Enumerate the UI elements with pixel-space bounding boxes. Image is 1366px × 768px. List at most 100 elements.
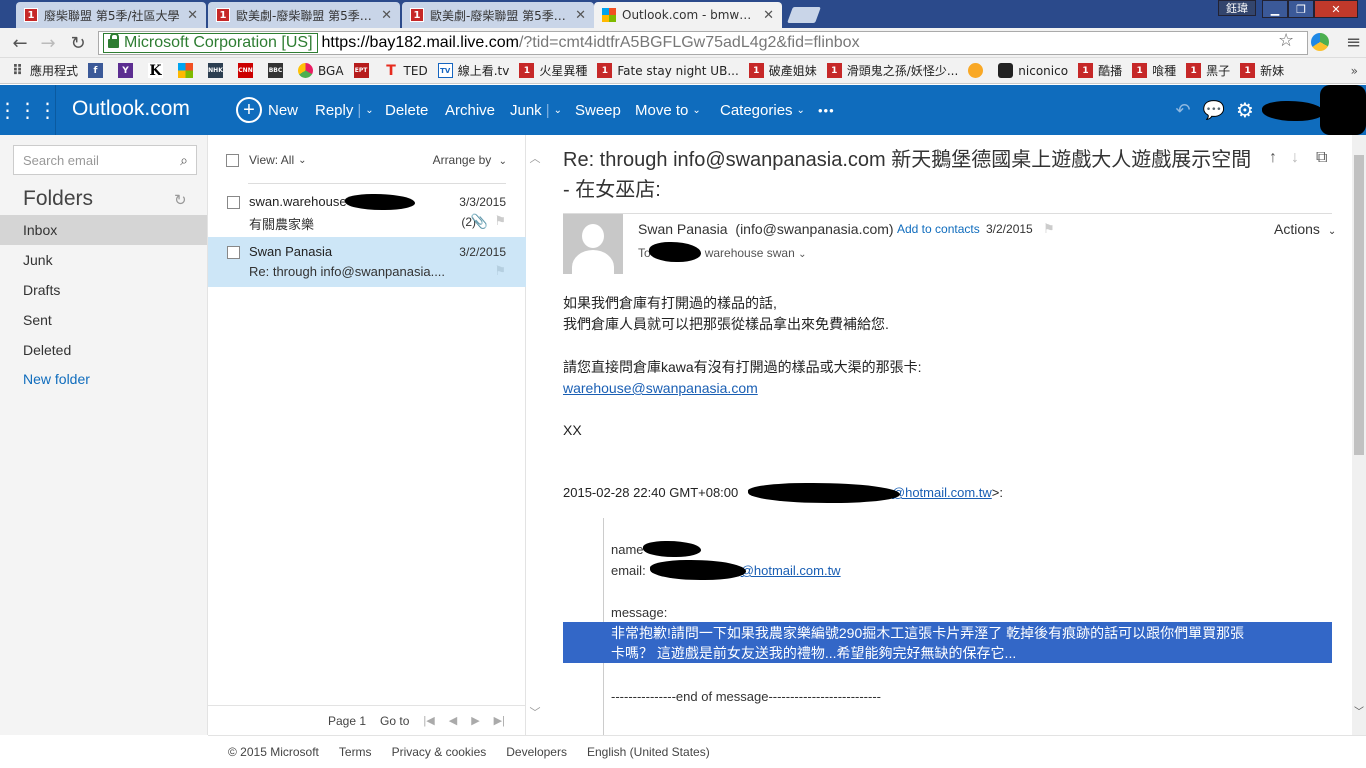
folder-junk[interactable]: Junk: [0, 245, 207, 275]
folder-sent[interactable]: Sent: [0, 305, 207, 335]
search-icon[interactable]: ⌕: [180, 152, 188, 169]
gear-icon[interactable]: ⚙: [1234, 98, 1256, 122]
more-commands-button[interactable]: •••: [818, 85, 835, 135]
tab-close-icon[interactable]: ✕: [763, 8, 774, 23]
reply-button[interactable]: Reply | ⌄: [315, 85, 374, 135]
bookmark-broke-girls[interactable]: 1 破產姐妹: [748, 62, 817, 79]
junk-button[interactable]: Junk | ⌄: [510, 85, 562, 135]
tab-close-icon[interactable]: ✕: [381, 8, 392, 23]
new-button[interactable]: + New: [236, 85, 298, 135]
bookmark-apps[interactable]: ⠿ 應用程式: [10, 62, 78, 79]
browser-tab-1[interactable]: 1 廢柴聯盟 第5季/社區大學 ✕: [16, 2, 206, 28]
sender-info[interactable]: Swan Panasia (info@swanpanasia.com): [638, 221, 894, 237]
chat-icon[interactable]: 💬: [1203, 99, 1225, 121]
categories-button[interactable]: Categories ⌄: [720, 85, 805, 135]
language-link[interactable]: English (United States): [587, 745, 710, 759]
sweep-button[interactable]: Sweep: [575, 85, 621, 135]
bookmark-sunflower[interactable]: [968, 63, 988, 78]
bookmark-facebook[interactable]: f: [88, 63, 108, 78]
minimize-icon[interactable]: ▁: [1262, 0, 1288, 18]
browser-tab-2[interactable]: 1 歐美劇-廢柴聯盟 第5季/社 ✕: [208, 2, 400, 28]
chevron-down-icon[interactable]: ⌄: [554, 105, 562, 116]
bookmark-kubo[interactable]: 1 酷播: [1078, 62, 1122, 79]
reload-icon[interactable]: ↻: [67, 32, 89, 54]
prev-page-icon[interactable]: ◀: [449, 714, 457, 727]
add-to-contacts-link[interactable]: Add to contacts: [897, 222, 980, 236]
arrow-up-icon[interactable]: ↑: [1269, 149, 1277, 167]
app-launcher-icon[interactable]: ⋮⋮⋮: [0, 85, 58, 135]
forward-icon[interactable]: →: [37, 32, 59, 54]
bookmark-nhk[interactable]: NHK: [208, 63, 228, 78]
bookmark-yahoo[interactable]: Y: [118, 63, 138, 78]
ev-certificate-badge[interactable]: Microsoft Corporation [US]: [103, 32, 318, 53]
flag-icon[interactable]: ⚑: [494, 213, 506, 229]
scrollbar-thumb[interactable]: [1354, 155, 1364, 455]
bookmark-bga[interactable]: BGA: [298, 63, 344, 78]
arrow-down-icon[interactable]: ↓: [1291, 149, 1299, 167]
message-checkbox[interactable]: [227, 246, 240, 259]
go-to-button[interactable]: Go to: [380, 714, 409, 728]
first-page-icon[interactable]: |◀: [423, 714, 434, 727]
bookmark-kuroko[interactable]: 1 黑子: [1186, 62, 1230, 79]
undo-icon[interactable]: ↶: [1172, 99, 1194, 121]
new-folder-link[interactable]: New folder: [0, 364, 207, 394]
back-icon[interactable]: ←: [9, 32, 31, 54]
bookmark-nura[interactable]: 1 滑頭鬼之孫/妖怪少...: [826, 62, 958, 79]
scroll-down-icon[interactable]: ﹀: [1352, 703, 1366, 718]
bookmark-ted[interactable]: T TED: [384, 63, 427, 79]
message-checkbox[interactable]: [227, 196, 240, 209]
browser-tab-3[interactable]: 1 歐美劇-廢柴聯盟 第5季/社 ✕: [402, 2, 594, 28]
next-page-icon[interactable]: ▶: [471, 714, 479, 727]
bookmark-niconico[interactable]: niconico: [998, 63, 1068, 78]
search-input[interactable]: Search email ⌕: [13, 145, 197, 175]
reading-scrollbar[interactable]: ︿ ﹀: [1352, 135, 1366, 735]
chevron-down-icon[interactable]: ⌄: [365, 105, 373, 116]
tab-close-icon[interactable]: ✕: [187, 8, 198, 23]
actions-menu[interactable]: Actions ⌄: [1274, 221, 1336, 237]
bookmarks-overflow-icon[interactable]: »: [1351, 64, 1358, 78]
close-window-icon[interactable]: ✕: [1314, 0, 1358, 18]
developers-link[interactable]: Developers: [506, 745, 567, 759]
pop-out-icon[interactable]: ⧉: [1316, 149, 1327, 167]
bookmark-bbc[interactable]: BBC: [268, 63, 288, 78]
browser-user-badge[interactable]: 鈺瑋: [1218, 0, 1256, 16]
bookmark-k[interactable]: K: [148, 63, 168, 79]
bookmark-ept[interactable]: EPT: [353, 63, 374, 78]
last-page-icon[interactable]: ▶|: [494, 714, 505, 727]
list-scroll-down-icon[interactable]: ﹀: [528, 704, 542, 720]
select-all-checkbox[interactable]: [226, 153, 239, 167]
bookmark-ghoul[interactable]: 1 喰種: [1132, 62, 1176, 79]
move-to-button[interactable]: Move to ⌄: [635, 85, 701, 135]
tab-close-icon[interactable]: ✕: [575, 8, 586, 23]
list-item[interactable]: swan.warehouse 3/3/2015 有關農家樂 (2) 📎 ⚑: [208, 187, 526, 237]
browser-menu-icon[interactable]: ≡: [1346, 32, 1361, 53]
bookmark-microsoft[interactable]: [178, 63, 198, 78]
folder-inbox[interactable]: Inbox: [0, 215, 207, 245]
maximize-icon[interactable]: ❐: [1288, 0, 1314, 18]
flag-icon[interactable]: ⚑: [1043, 221, 1055, 237]
bookmark-sister[interactable]: 1 新妹: [1240, 62, 1284, 79]
delete-button[interactable]: Delete: [385, 85, 428, 135]
list-scroll-up-icon[interactable]: ︿: [528, 150, 542, 166]
privacy-link[interactable]: Privacy & cookies: [392, 745, 487, 759]
folder-deleted[interactable]: Deleted: [0, 335, 207, 365]
bookmark-fate[interactable]: 1 Fate stay night UB...: [597, 63, 739, 78]
extension-icon[interactable]: [1311, 33, 1329, 51]
quote-email-link[interactable]: @hotmail.com.tw: [741, 563, 841, 578]
bookmark-tv[interactable]: TV 線上看.tv: [437, 62, 509, 79]
terms-link[interactable]: Terms: [339, 745, 372, 759]
new-tab-button[interactable]: [787, 7, 821, 23]
bookmark-star-icon[interactable]: ☆: [1278, 30, 1294, 51]
flag-icon[interactable]: ⚑: [494, 263, 506, 279]
folder-drafts[interactable]: Drafts: [0, 275, 207, 305]
quote-sender-link[interactable]: @hotmail.com.tw: [892, 485, 992, 500]
view-filter[interactable]: View: All ⌄: [226, 153, 307, 167]
list-item[interactable]: Swan Panasia 3/2/2015 Re: through info@s…: [208, 237, 526, 287]
browser-tab-outlook[interactable]: Outlook.com - bmw266 ✕: [594, 2, 782, 28]
arrange-by-button[interactable]: Arrange by ⌄: [433, 153, 507, 167]
bookmark-mars[interactable]: 1 火星異種: [519, 62, 587, 79]
address-bar[interactable]: Microsoft Corporation [US] https://bay18…: [98, 31, 1308, 55]
archive-button[interactable]: Archive: [445, 85, 495, 135]
bookmark-cnn[interactable]: CNN: [238, 63, 258, 78]
refresh-icon[interactable]: ↻: [174, 191, 187, 209]
